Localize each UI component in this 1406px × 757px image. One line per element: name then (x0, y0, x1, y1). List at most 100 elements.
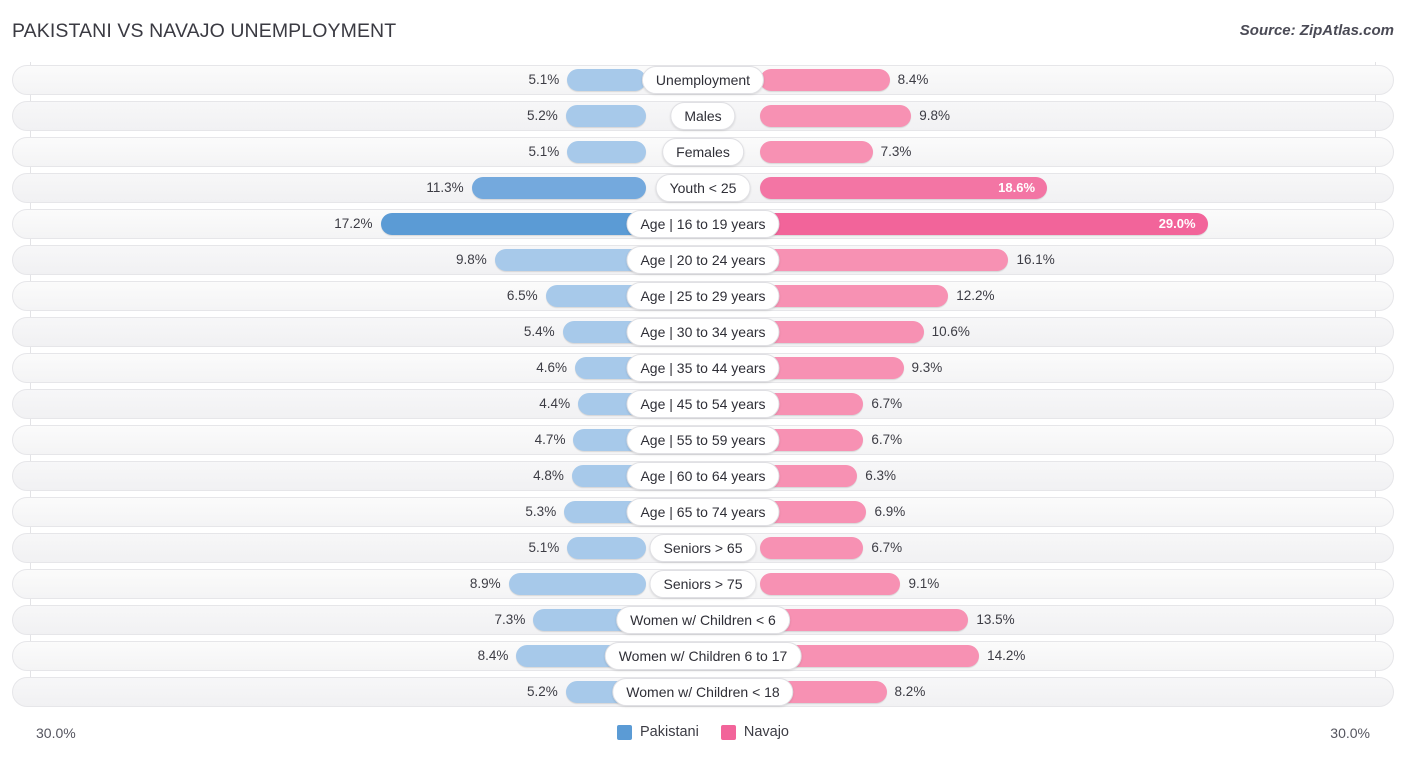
row-category-label[interactable]: Youth < 25 (656, 174, 751, 202)
bar-pakistani (495, 249, 646, 271)
value-label-pakistani: 8.9% (431, 569, 501, 599)
table-row[interactable]: 5.1%7.3%Females (0, 137, 1406, 167)
table-row[interactable]: 4.4% 6.7% Age | 45 to 54 years (0, 389, 1406, 419)
row-category-label[interactable]: Age | 20 to 24 years (626, 246, 779, 274)
bar-navajo (760, 357, 904, 379)
row-category-label[interactable]: Females (662, 138, 744, 166)
value-label-pakistani: 5.1% (489, 533, 559, 563)
chart-header: PAKISTANI VS NAVAJO UNEMPLOYMENT Source:… (0, 0, 1406, 62)
row-bars: 4.7% 6.7% Age | 55 to 59 years (0, 425, 1406, 455)
table-row[interactable]: 17.2%29.0%Age | 16 to 19 years (0, 209, 1406, 239)
table-row[interactable]: 5.3% 6.9% Age | 65 to 74 years (0, 497, 1406, 527)
source-attribution: Source: ZipAtlas.com (1240, 22, 1394, 39)
value-label-pakistani: 4.4% (500, 389, 570, 419)
legend-item[interactable]: Pakistani (617, 724, 699, 740)
table-row[interactable]: 9.8%16.1%Age | 20 to 24 years (0, 245, 1406, 275)
value-label-navajo: 6.3% (865, 461, 935, 491)
row-category-label[interactable]: Seniors > 65 (650, 534, 757, 562)
value-label-navajo: 10.6% (932, 317, 1002, 347)
row-bars: 4.4% 6.7% Age | 45 to 54 years (0, 389, 1406, 419)
bar-navajo (760, 321, 924, 343)
bar-pakistani (567, 537, 646, 559)
bar-pakistani (566, 105, 646, 127)
value-label-navajo: 9.3% (912, 353, 982, 383)
row-category-label[interactable]: Women w/ Children < 6 (616, 606, 790, 634)
table-row[interactable]: 4.7% 6.7% Age | 55 to 59 years (0, 425, 1406, 455)
value-label-pakistani: 5.2% (488, 677, 558, 707)
bar-pakistani (472, 177, 646, 199)
value-label-pakistani: 4.7% (495, 425, 565, 455)
table-row[interactable]: 6.5%12.2%Age | 25 to 29 years (0, 281, 1406, 311)
row-category-label[interactable]: Age | 65 to 74 years (626, 498, 779, 526)
row-bars: 5.2%9.8%Males (0, 101, 1406, 131)
row-category-label[interactable]: Age | 16 to 19 years (626, 210, 779, 238)
legend-swatch-icon (617, 725, 632, 740)
chart-rows: 5.1%8.4%Unemployment5.2%9.8%Males5.1%7.3… (0, 65, 1406, 713)
bar-navajo (760, 105, 911, 127)
row-bars: 5.1%7.3%Females (0, 137, 1406, 167)
table-row[interactable]: 11.3% 18.6% Youth < 25 (0, 173, 1406, 203)
bar-navajo (760, 249, 1008, 271)
bar-pakistani (381, 213, 646, 235)
value-label-pakistani: 8.4% (438, 641, 508, 671)
axis-label-left: 30.0% (36, 725, 76, 741)
legend-label: Navajo (744, 724, 789, 740)
table-row[interactable]: 8.4% 14.2% Women w/ Children 6 to 17 (0, 641, 1406, 671)
row-bars: 4.8% 6.3% Age | 60 to 64 years (0, 461, 1406, 491)
value-label-pakistani: 9.8% (417, 245, 487, 275)
legend-item[interactable]: Navajo (721, 724, 789, 740)
value-label-pakistani: 7.3% (455, 605, 525, 635)
value-label-navajo: 14.2% (987, 641, 1057, 671)
row-category-label[interactable]: Age | 30 to 34 years (626, 318, 779, 346)
chart-legend: Pakistani Navajo (617, 724, 789, 740)
value-label-navajo: 6.7% (871, 425, 941, 455)
row-bars: 4.6%9.3%Age | 35 to 44 years (0, 353, 1406, 383)
value-label-pakistani: 5.1% (489, 137, 559, 167)
bar-navajo (760, 141, 873, 163)
value-label-pakistani: 5.3% (486, 497, 556, 527)
value-label-pakistani: 17.2% (303, 209, 373, 239)
table-row[interactable]: 4.8% 6.3% Age | 60 to 64 years (0, 461, 1406, 491)
table-row[interactable]: 4.6%9.3%Age | 35 to 44 years (0, 353, 1406, 383)
row-category-label[interactable]: Males (670, 102, 735, 130)
value-label-navajo: 13.5% (976, 605, 1046, 635)
table-row[interactable]: 5.1% 6.7% Seniors > 65 (0, 533, 1406, 563)
value-label-navajo: 18.6% (977, 173, 1035, 203)
value-label-pakistani: 4.8% (494, 461, 564, 491)
table-row[interactable]: 7.3% 13.5% Women w/ Children < 6 (0, 605, 1406, 635)
table-row[interactable]: 5.2% 8.2% Women w/ Children < 18 (0, 677, 1406, 707)
legend-swatch-icon (721, 725, 736, 740)
row-bars: 7.3% 13.5% Women w/ Children < 6 (0, 605, 1406, 635)
value-label-navajo: 8.2% (895, 677, 965, 707)
bar-navajo (760, 285, 948, 307)
value-label-navajo: 6.7% (871, 389, 941, 419)
value-label-navajo: 6.7% (871, 533, 941, 563)
row-category-label[interactable]: Women w/ Children < 18 (612, 678, 793, 706)
row-bars: 5.1%8.4%Unemployment (0, 65, 1406, 95)
value-label-pakistani: 6.5% (468, 281, 538, 311)
row-category-label[interactable]: Age | 35 to 44 years (626, 354, 779, 382)
value-label-navajo: 6.9% (874, 497, 944, 527)
row-category-label[interactable]: Women w/ Children 6 to 17 (605, 642, 802, 670)
row-category-label[interactable]: Age | 25 to 29 years (626, 282, 779, 310)
bar-pakistani (567, 141, 646, 163)
row-category-label[interactable]: Age | 60 to 64 years (626, 462, 779, 490)
bar-pakistani (509, 573, 646, 595)
bar-pakistani (567, 69, 646, 91)
table-row[interactable]: 5.4%10.6%Age | 30 to 34 years (0, 317, 1406, 347)
value-label-pakistani: 11.3% (394, 173, 464, 203)
row-bars: 6.5%12.2%Age | 25 to 29 years (0, 281, 1406, 311)
value-label-pakistani: 5.1% (489, 65, 559, 95)
row-category-label[interactable]: Age | 55 to 59 years (626, 426, 779, 454)
row-category-label[interactable]: Unemployment (642, 66, 764, 94)
table-row[interactable]: 5.2%9.8%Males (0, 101, 1406, 131)
row-bars: 5.1% 6.7% Seniors > 65 (0, 533, 1406, 563)
value-label-navajo: 9.1% (908, 569, 978, 599)
row-category-label[interactable]: Age | 45 to 54 years (626, 390, 779, 418)
row-bars: 5.4%10.6%Age | 30 to 34 years (0, 317, 1406, 347)
table-row[interactable]: 5.1%8.4%Unemployment (0, 65, 1406, 95)
row-category-label[interactable]: Seniors > 75 (650, 570, 757, 598)
bar-navajo (760, 537, 863, 559)
bar-navajo (760, 573, 900, 595)
table-row[interactable]: 8.9% 9.1% Seniors > 75 (0, 569, 1406, 599)
